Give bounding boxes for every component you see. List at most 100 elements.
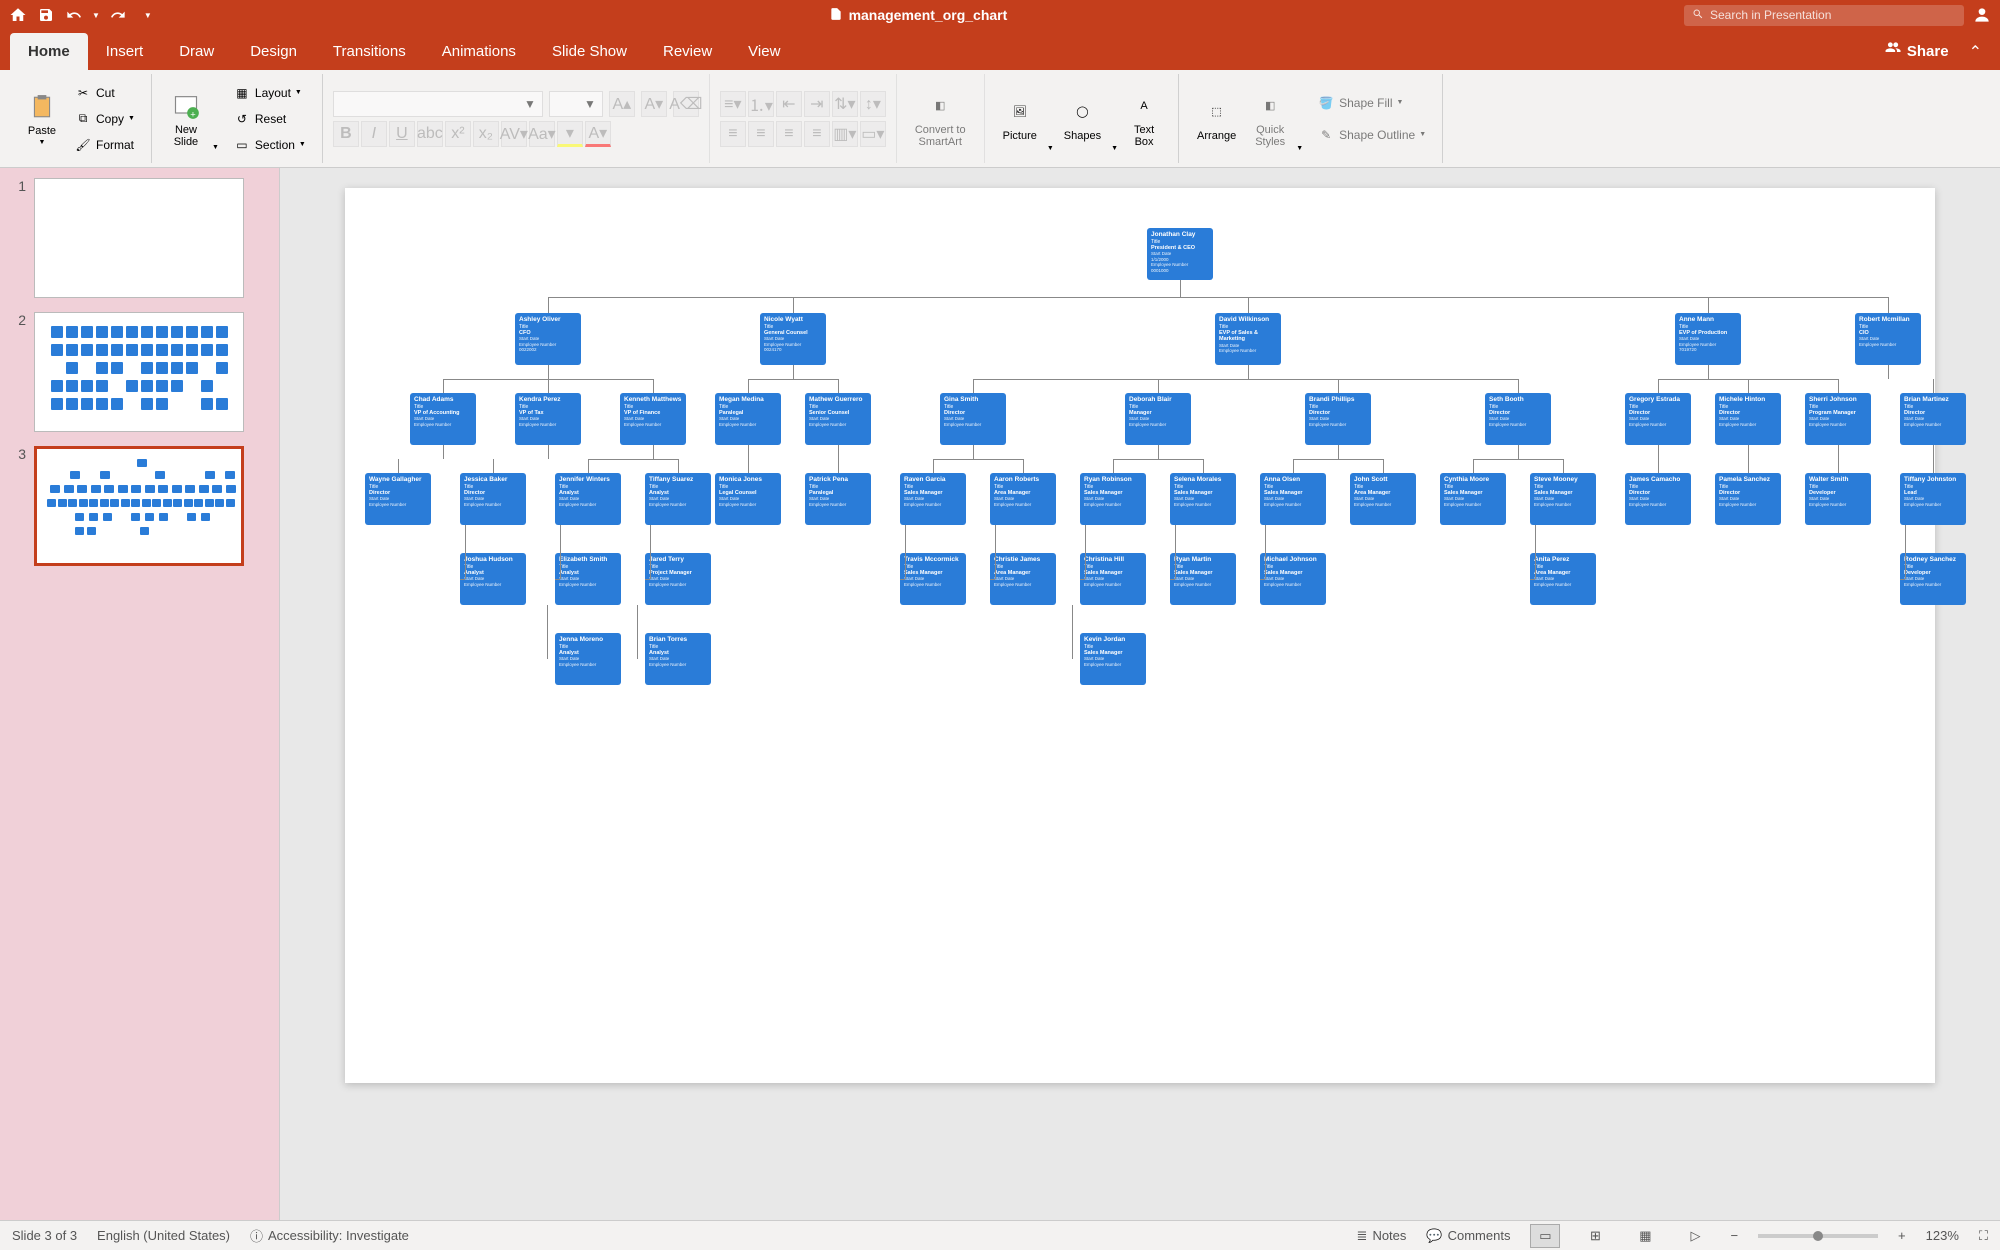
org-node[interactable]: Joshua HudsonTitleAnalystStart DateEmplo… — [460, 553, 526, 605]
textbox-button[interactable]: AText Box — [1120, 86, 1168, 152]
org-node[interactable]: Brandi PhillipsTitleDirectorStart DateEm… — [1305, 393, 1371, 445]
org-node[interactable]: David WilkinsonTitleEVP of Sales & Marke… — [1215, 313, 1281, 365]
align-left-button[interactable]: ≡ — [720, 121, 746, 147]
slide-thumb-3[interactable]: 3 — [10, 446, 269, 566]
decrease-font-button[interactable]: A▾ — [641, 91, 667, 117]
numbering-button[interactable]: ⒈▾ — [748, 91, 774, 117]
increase-indent-button[interactable]: ⇥ — [804, 91, 830, 117]
org-node[interactable]: Pamela SanchezTitleDirectorStart DateEmp… — [1715, 473, 1781, 525]
bold-button[interactable]: B — [333, 121, 359, 147]
layout-button[interactable]: ▦Layout ▼ — [227, 81, 312, 105]
org-node[interactable]: Steve MooneyTitleSales ManagerStart Date… — [1530, 473, 1596, 525]
language-status[interactable]: English (United States) — [97, 1228, 230, 1243]
tab-transitions[interactable]: Transitions — [315, 33, 424, 70]
org-node[interactable]: Jenna MorenoTitleAnalystStart DateEmploy… — [555, 633, 621, 685]
shape-fill-button[interactable]: 🪣Shape Fill ▼ — [1311, 91, 1432, 115]
redo-icon[interactable] — [108, 5, 128, 25]
slide-panel[interactable]: 1 2 3 — [0, 168, 280, 1220]
org-node[interactable]: Gregory EstradaTitleDirectorStart DateEm… — [1625, 393, 1691, 445]
tab-design[interactable]: Design — [232, 33, 315, 70]
shape-outline-button[interactable]: ✎Shape Outline ▼ — [1311, 123, 1432, 147]
account-icon[interactable] — [1972, 5, 1992, 25]
org-node[interactable]: Elizabeth SmithTitleAnalystStart DateEmp… — [555, 553, 621, 605]
normal-view-button[interactable]: ▭ — [1530, 1224, 1560, 1248]
collapse-ribbon-icon[interactable]: ⌃ — [1961, 34, 1990, 70]
strikethrough-button[interactable]: abc — [417, 121, 443, 147]
share-button[interactable]: Share — [1871, 32, 1961, 70]
change-case-button[interactable]: Aa▾ — [529, 121, 555, 147]
quick-styles-button[interactable]: ◧Quick Styles — [1246, 86, 1294, 152]
shapes-button[interactable]: ◯Shapes — [1056, 92, 1109, 146]
slide-thumb-2[interactable]: 2 — [10, 312, 269, 432]
org-node[interactable]: Jared TerryTitleProject ManagerStart Dat… — [645, 553, 711, 605]
comments-button[interactable]: 💬Comments — [1426, 1228, 1510, 1244]
org-node[interactable]: John ScottTitleArea ManagerStart DateEmp… — [1350, 473, 1416, 525]
search-input[interactable]: Search in Presentation — [1684, 5, 1964, 26]
org-node[interactable]: Brian MartinezTitleDirectorStart DateEmp… — [1900, 393, 1966, 445]
convert-smartart-button[interactable]: ◧ Convert to SmartArt — [907, 86, 974, 152]
zoom-level[interactable]: 123% — [1926, 1228, 1959, 1243]
notes-button[interactable]: ≣Notes — [1357, 1228, 1407, 1244]
org-node[interactable]: Nicole WyattTitleGeneral CounselStart Da… — [760, 313, 826, 365]
org-node[interactable]: Kendra PerezTitleVP of TaxStart DateEmpl… — [515, 393, 581, 445]
zoom-out-button[interactable]: − — [1730, 1228, 1738, 1243]
org-node[interactable]: Brian TorresTitleAnalystStart DateEmploy… — [645, 633, 711, 685]
tab-slideshow[interactable]: Slide Show — [534, 33, 645, 70]
org-node[interactable]: Rodney SanchezTitleDeveloperStart DateEm… — [1900, 553, 1966, 605]
org-node[interactable]: Patrick PenaTitleParalegalStart DateEmpl… — [805, 473, 871, 525]
section-button[interactable]: ▭Section ▼ — [227, 133, 312, 157]
org-node[interactable]: Megan MedinaTitleParalegalStart DateEmpl… — [715, 393, 781, 445]
undo-icon[interactable] — [64, 5, 84, 25]
line-spacing-button[interactable]: ⇅▾ — [832, 91, 858, 117]
picture-button[interactable]: 🖼Picture — [995, 92, 1045, 146]
undo-dropdown-icon[interactable]: ▼ — [92, 11, 100, 20]
reading-view-button[interactable]: ▦ — [1630, 1224, 1660, 1248]
text-direction-button[interactable]: ↕▾ — [860, 91, 886, 117]
org-node[interactable]: Ryan MartinTitleSales ManagerStart DateE… — [1170, 553, 1236, 605]
char-spacing-button[interactable]: AV▾ — [501, 121, 527, 147]
org-node[interactable]: Tiffany SuarezTitleAnalystStart DateEmpl… — [645, 473, 711, 525]
underline-button[interactable]: U — [389, 121, 415, 147]
org-node[interactable]: Kevin JordanTitleSales ManagerStart Date… — [1080, 633, 1146, 685]
font-color-button[interactable]: A▾ — [585, 121, 611, 147]
org-node[interactable]: Mathew GuerreroTitleSenior CounselStart … — [805, 393, 871, 445]
tab-view[interactable]: View — [730, 33, 798, 70]
org-node[interactable]: Jennifer WintersTitleAnalystStart DateEm… — [555, 473, 621, 525]
org-node[interactable]: Chad AdamsTitleVP of AccountingStart Dat… — [410, 393, 476, 445]
org-node[interactable]: Wayne GallagherTitleDirectorStart DateEm… — [365, 473, 431, 525]
org-node[interactable]: Robert McmillanTitleCIOStart DateEmploye… — [1855, 313, 1921, 365]
bullets-button[interactable]: ≡▾ — [720, 91, 746, 117]
subscript-button[interactable]: x₂ — [473, 121, 499, 147]
org-node[interactable]: Travis MccormickTitleSales ManagerStart … — [900, 553, 966, 605]
tab-animations[interactable]: Animations — [424, 33, 534, 70]
arrange-button[interactable]: ⬚Arrange — [1189, 92, 1244, 146]
zoom-slider[interactable] — [1758, 1234, 1878, 1238]
tab-draw[interactable]: Draw — [161, 33, 232, 70]
justify-button[interactable]: ≡ — [804, 121, 830, 147]
qat-dropdown-icon[interactable]: ▼ — [144, 11, 152, 20]
org-node[interactable]: Ashley OliverTitleCFOStart DateEmployee … — [515, 313, 581, 365]
org-node[interactable]: Kenneth MatthewsTitleVP of FinanceStart … — [620, 393, 686, 445]
sorter-view-button[interactable]: ⊞ — [1580, 1224, 1610, 1248]
align-text-button[interactable]: ▭▾ — [860, 121, 886, 147]
org-node[interactable]: Anne MannTitleEVP of ProductionStart Dat… — [1675, 313, 1741, 365]
org-node[interactable]: Deborah BlairTitleManagerStart DateEmplo… — [1125, 393, 1191, 445]
slide-thumb-1[interactable]: 1 — [10, 178, 269, 298]
home-icon[interactable] — [8, 5, 28, 25]
font-size-combo[interactable]: ▼ — [549, 91, 603, 117]
org-node[interactable]: Jonathan ClayTitlePresident & CEOStart D… — [1147, 228, 1213, 280]
columns-button[interactable]: ▥▾ — [832, 121, 858, 147]
zoom-in-button[interactable]: + — [1898, 1228, 1906, 1243]
tab-review[interactable]: Review — [645, 33, 730, 70]
org-node[interactable]: Ryan RobinsonTitleSales ManagerStart Dat… — [1080, 473, 1146, 525]
org-node[interactable]: Aaron RobertsTitleArea ManagerStart Date… — [990, 473, 1056, 525]
new-slide-button[interactable]: + New Slide — [162, 86, 210, 152]
org-node[interactable]: Christina HillTitleSales ManagerStart Da… — [1080, 553, 1146, 605]
org-node[interactable]: Seth BoothTitleDirectorStart DateEmploye… — [1485, 393, 1551, 445]
save-icon[interactable] — [36, 5, 56, 25]
tab-home[interactable]: Home — [10, 33, 88, 70]
org-node[interactable]: Anita PerezTitleArea ManagerStart DateEm… — [1530, 553, 1596, 605]
slide-canvas[interactable]: Jonathan ClayTitlePresident & CEOStart D… — [345, 188, 1935, 1083]
accessibility-status[interactable]: ⓘ Accessibility: Investigate — [250, 1226, 409, 1245]
org-node[interactable]: Tiffany JohnstonTitleLeadStart DateEmplo… — [1900, 473, 1966, 525]
